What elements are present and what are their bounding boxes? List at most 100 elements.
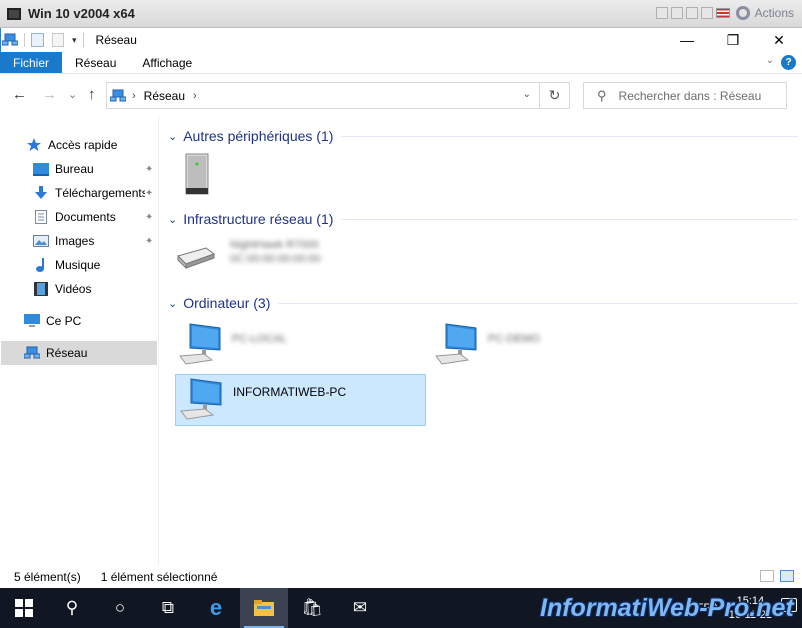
refresh-button[interactable]: ↻	[540, 82, 570, 109]
chevron-right-icon[interactable]: ›	[193, 90, 197, 102]
network-icon	[2, 33, 18, 46]
sidebar-label: Documents	[55, 210, 116, 224]
back-button[interactable]: ←	[12, 86, 27, 103]
host-minimize-button[interactable]	[655, 7, 668, 19]
store-button[interactable]: 🛍	[288, 588, 336, 628]
navigation-bar: ← → ⌄ ↑ › Réseau › ⌄ ↻ ⚲ Rechercher dans…	[0, 74, 802, 116]
network-icon	[110, 89, 126, 101]
ribbon-tabs: Fichier Réseau Affichage ⌄ ?	[0, 52, 802, 74]
tab-reseau[interactable]: Réseau	[62, 52, 129, 73]
computer-tile-1[interactable]: PC-LOCAL	[176, 322, 426, 370]
quick-access-separator	[24, 33, 25, 47]
sidebar-label: Téléchargements	[55, 186, 145, 200]
group-divider	[341, 135, 798, 137]
computer-name: PC-LOCAL	[232, 333, 288, 345]
recent-locations-button[interactable]: ⌄	[68, 88, 77, 101]
up-button[interactable]: ↑	[88, 86, 96, 103]
computer-tile-2[interactable]: PC-DEMO	[432, 322, 682, 370]
tab-fichier[interactable]: Fichier	[0, 52, 63, 73]
watermark-logo: InformatiWeb-Pro.net	[540, 594, 794, 622]
file-explorer-button[interactable]	[240, 588, 288, 628]
sidebar-item-reseau[interactable]: Réseau	[1, 341, 157, 365]
explorer-titlebar: ▾ Réseau — ❐ ✕	[0, 28, 802, 52]
music-icon	[33, 258, 49, 272]
maximize-button[interactable]: ❐	[710, 28, 756, 52]
pin-icon: ✦	[145, 211, 154, 223]
host-window-titlebar: Win 10 v2004 x64 Actions	[0, 0, 802, 28]
computer-name: PC-DEMO	[488, 333, 540, 345]
properties-button[interactable]	[31, 33, 44, 47]
server-icon	[185, 153, 209, 195]
cortana-button[interactable]: ○	[96, 588, 144, 628]
network-icon	[24, 346, 40, 360]
pictures-icon	[33, 234, 49, 248]
help-icon[interactable]: ?	[781, 55, 796, 70]
sidebar-label: Accès rapide	[48, 138, 118, 152]
close-button[interactable]: ✕	[756, 28, 802, 52]
forward-button[interactable]: →	[42, 86, 57, 103]
sidebar-item-bureau[interactable]: Bureau ✦	[33, 157, 159, 181]
computer-tile-informatiweb-pc[interactable]: INFORMATIWEB-PC	[175, 374, 426, 426]
start-button[interactable]	[0, 588, 48, 628]
host-window-button[interactable]	[670, 7, 683, 19]
group-divider	[341, 218, 798, 220]
pin-icon: ✦	[145, 235, 154, 247]
group-header-infrastructure-reseau[interactable]: ⌄ Infrastructure réseau (1)	[168, 208, 798, 230]
gear-icon[interactable]	[735, 6, 750, 20]
star-icon	[26, 138, 42, 152]
search-icon: ⚲	[597, 87, 607, 103]
breadcrumb-reseau[interactable]: Réseau	[144, 89, 185, 103]
group-header-autres-peripheriques[interactable]: ⌄ Autres périphériques (1)	[168, 125, 798, 147]
content-area: ⌄ Autres périphériques (1) ⌄ Infrastruct…	[160, 116, 802, 566]
host-fullscreen-button[interactable]	[685, 7, 698, 19]
router-name: NightHawk R7000	[230, 239, 319, 251]
device-tile-other[interactable]	[176, 150, 236, 200]
chevron-down-icon[interactable]: ⌄	[168, 130, 177, 143]
folder-icon	[254, 600, 274, 616]
navigation-pane: Accès rapide Bureau ✦ Téléchargements ✦ …	[0, 116, 159, 566]
new-folder-button[interactable]	[52, 33, 64, 47]
actions-menu[interactable]: Actions	[755, 6, 794, 20]
edge-button[interactable]: e	[192, 588, 240, 628]
chevron-down-icon[interactable]: ⌄	[168, 297, 177, 310]
chevron-right-icon[interactable]: ›	[132, 90, 136, 102]
computer-icon	[180, 378, 222, 420]
sidebar-label: Musique	[55, 258, 101, 272]
desktop-icon	[33, 162, 49, 176]
sidebar-item-documents[interactable]: Documents ✦	[33, 205, 159, 229]
selection-count: 1 élément sélectionné	[100, 570, 218, 584]
sidebar-item-videos[interactable]: Vidéos	[33, 277, 91, 301]
sidebar-label: Images	[55, 234, 95, 248]
group-header-ordinateur[interactable]: ⌄ Ordinateur (3)	[168, 292, 798, 314]
customize-toolbar-button[interactable]: ▾	[72, 35, 77, 46]
videos-icon	[33, 282, 49, 296]
group-title: Infrastructure réseau (1)	[183, 211, 334, 227]
details-view-button[interactable]	[760, 570, 774, 582]
sidebar-item-musique[interactable]: Musique	[33, 253, 100, 277]
pin-icon: ✦	[145, 163, 154, 175]
group-title: Autres périphériques (1)	[183, 128, 334, 144]
sidebar-item-images[interactable]: Images ✦	[33, 229, 159, 253]
address-dropdown-button[interactable]: ⌄	[523, 89, 531, 100]
minimize-button[interactable]: —	[664, 28, 710, 52]
windows-icon	[15, 599, 33, 617]
taskbar-search-button[interactable]: ⚲	[48, 588, 96, 628]
host-window-controls: Actions	[655, 6, 794, 20]
view-switcher	[760, 570, 794, 582]
sidebar-item-quick-access[interactable]: Accès rapide	[26, 133, 117, 157]
task-view-button[interactable]: ⧉	[144, 588, 192, 628]
sidebar-label: Réseau	[46, 346, 88, 360]
host-close-button[interactable]	[700, 7, 713, 19]
sidebar-item-telechargements[interactable]: Téléchargements ✦	[33, 181, 159, 205]
tiles-view-button[interactable]	[780, 570, 794, 582]
tab-affichage[interactable]: Affichage	[129, 52, 205, 73]
search-placeholder[interactable]: Rechercher dans : Réseau	[619, 89, 762, 103]
chevron-down-icon[interactable]: ⌄	[168, 213, 177, 226]
device-tile-router[interactable]: NightHawk R7000 0C:00:00:00:00:00	[176, 234, 426, 282]
search-box[interactable]: ⚲ Rechercher dans : Réseau	[583, 82, 787, 109]
address-bar[interactable]: › Réseau › ⌄	[106, 82, 540, 109]
expand-ribbon-icon[interactable]: ⌄	[766, 55, 774, 66]
mail-button[interactable]: ✉	[336, 588, 384, 628]
sidebar-item-ce-pc[interactable]: Ce PC	[24, 309, 81, 333]
sidebar-label: Bureau	[55, 162, 94, 176]
